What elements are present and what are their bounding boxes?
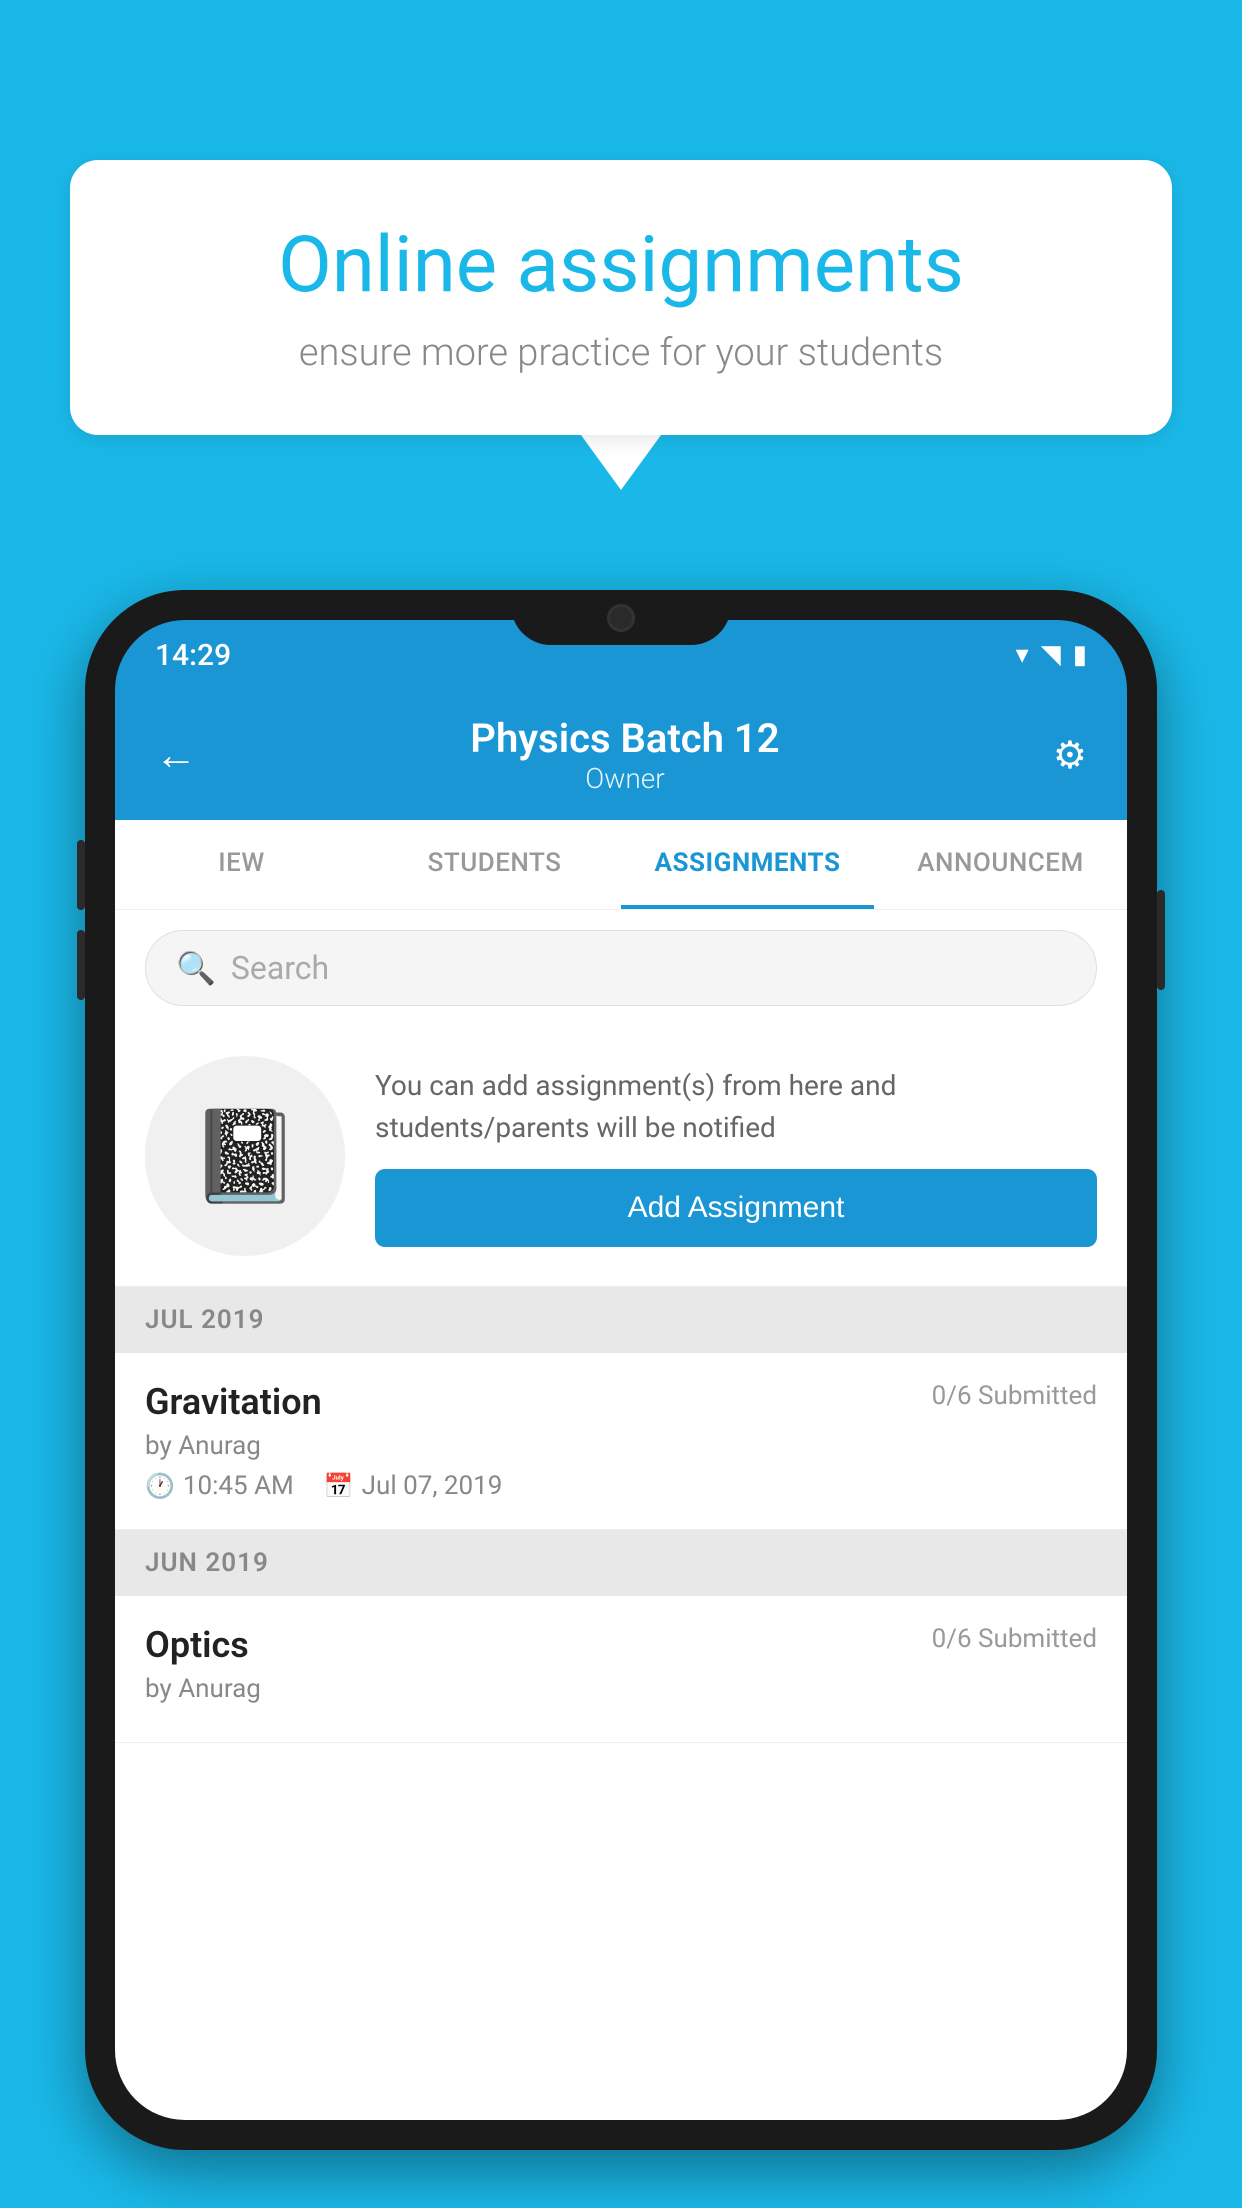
phone-frame: 14:29 ▾ ◥ ▮ ← Physics Batch 12 Owner ⚙ I… bbox=[85, 590, 1157, 2150]
tabs-container: IEW STUDENTS ASSIGNMENTS ANNOUNCEM bbox=[115, 820, 1127, 910]
header-subtitle: Owner bbox=[197, 762, 1053, 795]
tab-iew[interactable]: IEW bbox=[115, 820, 368, 909]
assignment-top-row: Gravitation 0/6 Submitted bbox=[145, 1381, 1097, 1423]
speech-bubble-section: Online assignments ensure more practice … bbox=[70, 160, 1172, 490]
calendar-icon: 📅 bbox=[324, 1472, 354, 1500]
phone-mockup: 14:29 ▾ ◥ ▮ ← Physics Batch 12 Owner ⚙ I… bbox=[85, 590, 1157, 2208]
back-button[interactable]: ← bbox=[155, 731, 197, 780]
assignment-name: Gravitation bbox=[145, 1381, 322, 1423]
assignment-submitted-optics: 0/6 Submitted bbox=[932, 1624, 1097, 1654]
clock-icon: 🕐 bbox=[145, 1472, 175, 1500]
search-icon: 🔍 bbox=[176, 949, 216, 987]
settings-button[interactable]: ⚙ bbox=[1053, 733, 1087, 778]
speech-bubble-subtitle: ensure more practice for your students bbox=[140, 331, 1102, 375]
signal-icon: ◥ bbox=[1041, 640, 1061, 670]
meta-time: 🕐 10:45 AM bbox=[145, 1471, 294, 1501]
promo-icon-circle: 📓 bbox=[145, 1056, 345, 1256]
volume-down-button bbox=[77, 930, 85, 1000]
assignment-item-gravitation[interactable]: Gravitation 0/6 Submitted by Anurag 🕐 10… bbox=[115, 1353, 1127, 1530]
notebook-icon: 📓 bbox=[189, 1104, 301, 1209]
search-bar[interactable]: 🔍 Search bbox=[145, 930, 1097, 1006]
battery-icon: ▮ bbox=[1073, 640, 1087, 670]
assignment-time: 10:45 AM bbox=[183, 1471, 294, 1501]
promo-section: 📓 You can add assignment(s) from here an… bbox=[115, 1026, 1127, 1287]
speech-bubble-arrow bbox=[581, 435, 661, 490]
speech-bubble-title: Online assignments bbox=[140, 220, 1102, 311]
app-screen: ← Physics Batch 12 Owner ⚙ IEW STUDENTS … bbox=[115, 690, 1127, 2120]
tab-assignments[interactable]: ASSIGNMENTS bbox=[621, 820, 874, 909]
assignment-item-optics[interactable]: Optics 0/6 Submitted by Anurag bbox=[115, 1596, 1127, 1743]
volume-up-button bbox=[77, 840, 85, 910]
tab-students[interactable]: STUDENTS bbox=[368, 820, 621, 909]
header-title-group: Physics Batch 12 Owner bbox=[197, 715, 1053, 795]
phone-notch bbox=[511, 590, 731, 645]
assignment-submitted: 0/6 Submitted bbox=[932, 1381, 1097, 1411]
search-container: 🔍 Search bbox=[115, 910, 1127, 1026]
status-icons: ▾ ◥ ▮ bbox=[1016, 640, 1087, 670]
assignment-date: Jul 07, 2019 bbox=[362, 1471, 503, 1501]
status-time: 14:29 bbox=[155, 638, 231, 673]
section-header-jun: JUN 2019 bbox=[115, 1530, 1127, 1596]
promo-text: You can add assignment(s) from here and … bbox=[375, 1065, 1097, 1149]
app-header: ← Physics Batch 12 Owner ⚙ bbox=[115, 690, 1127, 820]
meta-date: 📅 Jul 07, 2019 bbox=[324, 1471, 503, 1501]
assignment-by: by Anurag bbox=[145, 1431, 1097, 1461]
front-camera bbox=[607, 604, 635, 632]
power-button bbox=[1157, 890, 1165, 990]
promo-content: You can add assignment(s) from here and … bbox=[375, 1065, 1097, 1247]
section-header-jul: JUL 2019 bbox=[115, 1287, 1127, 1353]
header-title: Physics Batch 12 bbox=[197, 715, 1053, 762]
assignment-name-optics: Optics bbox=[145, 1624, 249, 1666]
wifi-icon: ▾ bbox=[1016, 640, 1029, 670]
assignment-by-optics: by Anurag bbox=[145, 1674, 1097, 1704]
search-placeholder: Search bbox=[231, 949, 329, 987]
assignment-meta: 🕐 10:45 AM 📅 Jul 07, 2019 bbox=[145, 1471, 1097, 1501]
add-assignment-button[interactable]: Add Assignment bbox=[375, 1169, 1097, 1247]
speech-bubble: Online assignments ensure more practice … bbox=[70, 160, 1172, 435]
assignment-top-row-2: Optics 0/6 Submitted bbox=[145, 1624, 1097, 1666]
tab-announcements[interactable]: ANNOUNCEM bbox=[874, 820, 1127, 909]
